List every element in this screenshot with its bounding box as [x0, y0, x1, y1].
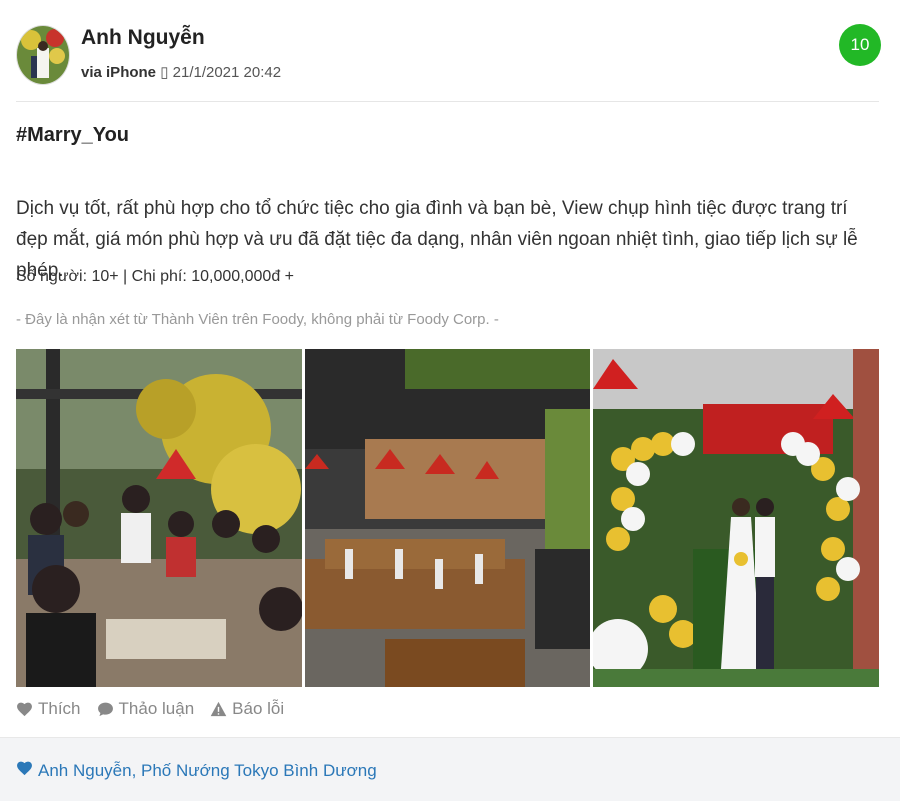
- review-photo-interior[interactable]: [304, 349, 591, 687]
- discuss-button[interactable]: Thảo luận: [97, 699, 195, 719]
- heart-icon: [16, 701, 33, 717]
- review-info: Số người: 10+ | Chi phí: 10,000,000đ +: [16, 268, 294, 285]
- likers: Anh Nguyễn, Phố Nướng Tokyo Bình Dương: [16, 760, 377, 781]
- review-photo-party[interactable]: [16, 349, 302, 687]
- review-card: Anh Nguyễn via iPhone ▯ 21/1/2021 20:42 …: [0, 0, 900, 801]
- review-title: #Marry_You: [16, 124, 130, 146]
- device-icon: ▯: [160, 64, 169, 81]
- discuss-label: Thảo luận: [118, 699, 195, 718]
- comment-icon: [97, 701, 114, 717]
- like-label: Thích: [38, 699, 81, 718]
- review-actions: Thích Thảo luận Báo lỗi: [16, 699, 284, 719]
- warning-icon: [210, 701, 227, 717]
- like-button[interactable]: Thích: [16, 699, 81, 719]
- likers-link[interactable]: Anh Nguyễn, Phố Nướng Tokyo Bình Dương: [38, 761, 377, 781]
- author-name[interactable]: Anh Nguyễn: [81, 26, 205, 50]
- avatar[interactable]: [16, 25, 70, 85]
- report-button[interactable]: Báo lỗi: [210, 699, 284, 719]
- timestamp: 21/1/2021 20:42: [172, 64, 282, 81]
- via-device: via iPhone: [81, 64, 157, 81]
- score-badge: 10: [839, 24, 881, 66]
- disclaimer: - Đây là nhận xét từ Thành Viên trên Foo…: [16, 311, 499, 328]
- heart-icon: [16, 760, 33, 781]
- review-photo-couple[interactable]: [593, 349, 880, 687]
- likes-footer: Anh Nguyễn, Phố Nướng Tokyo Bình Dương: [0, 737, 900, 801]
- report-label: Báo lỗi: [232, 699, 285, 718]
- post-meta: via iPhone ▯ 21/1/2021 20:42: [81, 63, 281, 81]
- divider: [16, 101, 879, 102]
- photo-gallery: [16, 349, 880, 687]
